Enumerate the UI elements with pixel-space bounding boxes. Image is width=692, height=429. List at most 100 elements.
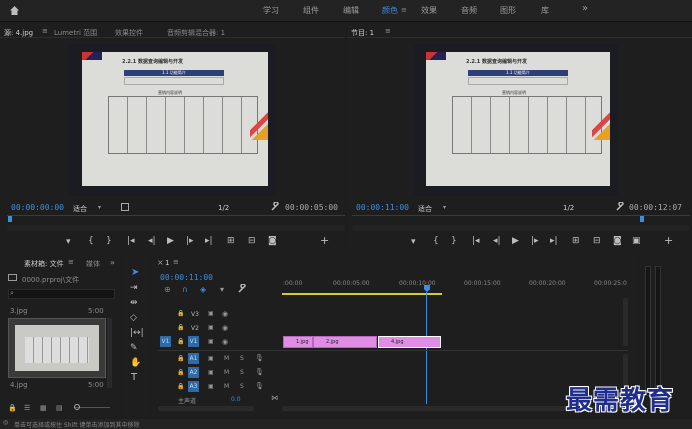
- program-timecode[interactable]: 00:00:11:00: [356, 203, 409, 212]
- wrench-icon[interactable]: [271, 202, 280, 211]
- icon-view-icon[interactable]: ▦: [40, 404, 47, 412]
- program-quality-select[interactable]: 1/2: [563, 204, 574, 212]
- microphone-icon[interactable]: 🎙: [255, 354, 264, 362]
- sync-lock-icon[interactable]: ▣: [208, 369, 214, 376]
- go-to-out-icon[interactable]: ▸|: [205, 236, 213, 246]
- lock-icon[interactable]: 🔒: [177, 324, 184, 331]
- lift-icon[interactable]: ⊞: [572, 236, 580, 246]
- zoom-slider-handle[interactable]: [74, 404, 80, 410]
- home-icon[interactable]: [9, 5, 20, 16]
- tab-menu-icon[interactable]: ≡: [173, 258, 179, 266]
- extract-icon[interactable]: ⊟: [593, 236, 601, 246]
- camera-icon[interactable]: ◙: [613, 236, 622, 246]
- wrench-icon[interactable]: [616, 202, 625, 211]
- sync-lock-icon[interactable]: ▣: [208, 338, 214, 345]
- hand-tool-icon[interactable]: ✋: [130, 358, 141, 368]
- mark-in-icon[interactable]: {: [88, 236, 94, 246]
- close-icon[interactable]: ×: [157, 258, 164, 267]
- wrench-icon[interactable]: [238, 284, 247, 293]
- timeline-clip-selected[interactable]: 4.jpg: [378, 336, 441, 348]
- solo-button[interactable]: S: [240, 355, 244, 362]
- track-label-a1[interactable]: A1: [188, 353, 199, 364]
- project-item-name[interactable]: 4.jpg: [10, 381, 28, 389]
- marker-icon[interactable]: ▾: [411, 237, 416, 247]
- camera-icon[interactable]: ◙: [268, 236, 277, 246]
- razor-tool-icon[interactable]: ◇: [130, 313, 137, 323]
- overwrite-icon[interactable]: ⊟: [248, 236, 256, 246]
- mute-button[interactable]: M: [224, 369, 229, 376]
- workspace-tab-editing[interactable]: 编辑: [343, 5, 359, 16]
- timeline-playhead-line[interactable]: [426, 292, 427, 404]
- project-item-thumbnail[interactable]: [8, 318, 106, 378]
- source-zoom-scrollbar[interactable]: [7, 225, 345, 231]
- pen-tool-icon[interactable]: ✎: [130, 343, 138, 353]
- lock-icon[interactable]: 🔒: [177, 310, 184, 317]
- timeline-clip[interactable]: 2.jpg: [313, 336, 377, 348]
- track-label-a3[interactable]: A3: [188, 381, 199, 392]
- mute-button[interactable]: M: [224, 355, 229, 362]
- mark-out-icon[interactable]: }: [106, 236, 112, 246]
- freeform-view-icon[interactable]: ▤: [56, 404, 63, 412]
- sync-lock-icon[interactable]: ▣: [208, 383, 214, 390]
- dropdown-icon[interactable]: ▾: [443, 204, 446, 211]
- solo-button[interactable]: S: [240, 369, 244, 376]
- track-label-a2[interactable]: A2: [188, 367, 199, 378]
- microphone-icon[interactable]: 🎙: [255, 368, 264, 376]
- step-forward-icon[interactable]: |▸: [186, 236, 194, 246]
- eye-icon[interactable]: ◉: [222, 324, 228, 332]
- tab-sequence[interactable]: 1: [165, 259, 169, 267]
- add-marker-icon[interactable]: ◈: [200, 285, 206, 294]
- selection-tool-icon[interactable]: ➤: [131, 267, 139, 278]
- work-area-bar[interactable]: [282, 293, 442, 295]
- workspace-tab-graphics[interactable]: 图形: [500, 5, 516, 16]
- workspace-tab-effects[interactable]: 效果: [421, 5, 437, 16]
- dropdown-icon[interactable]: ▾: [98, 204, 101, 211]
- timeline-header-scrollbar[interactable]: [158, 406, 254, 411]
- tab-bin[interactable]: 素材箱: 文件: [24, 259, 64, 269]
- track-select-tool-icon[interactable]: ⇥: [130, 283, 138, 293]
- program-playhead[interactable]: [640, 216, 644, 222]
- tab-menu-icon[interactable]: ≡: [385, 27, 391, 35]
- slip-tool-icon[interactable]: |↔|: [130, 328, 144, 338]
- add-button-icon[interactable]: +: [320, 235, 329, 246]
- microphone-icon[interactable]: 🎙: [255, 382, 264, 390]
- track-label-v1[interactable]: V1: [188, 336, 199, 347]
- program-zoom-scrollbar[interactable]: [352, 225, 690, 231]
- safe-margins-icon[interactable]: [121, 203, 129, 211]
- tab-menu-icon[interactable]: ≡: [68, 258, 74, 266]
- list-view-icon[interactable]: ☰: [24, 404, 30, 412]
- more-panels-icon[interactable]: »: [110, 258, 115, 267]
- mark-in-icon[interactable]: {: [433, 236, 439, 246]
- source-time-ruler[interactable]: [7, 215, 345, 216]
- step-back-icon[interactable]: ◂|: [148, 236, 156, 246]
- type-tool-icon[interactable]: T: [131, 373, 137, 383]
- go-to-out-icon[interactable]: ▸|: [550, 236, 558, 246]
- add-button-icon[interactable]: +: [664, 235, 673, 246]
- source-timecode[interactable]: 00:00:00:00: [11, 203, 64, 212]
- master-end-icon[interactable]: ⋈: [271, 394, 278, 402]
- marker-icon[interactable]: ▾: [220, 285, 224, 294]
- lock-icon[interactable]: 🔒: [8, 404, 17, 412]
- workspace-tab-audio[interactable]: 音频: [461, 5, 477, 16]
- lock-icon[interactable]: 🔒: [177, 383, 184, 390]
- lock-icon[interactable]: 🔒: [177, 338, 184, 345]
- tab-media[interactable]: 媒体: [86, 259, 100, 269]
- mark-out-icon[interactable]: }: [451, 236, 457, 246]
- play-icon[interactable]: ▶: [512, 236, 519, 246]
- sync-lock-icon[interactable]: ▣: [208, 310, 214, 317]
- mute-button[interactable]: M: [224, 383, 229, 390]
- eye-icon[interactable]: ◉: [222, 338, 228, 346]
- insert-icon[interactable]: ⊞: [227, 236, 235, 246]
- video-tracks-scrollbar[interactable]: [623, 298, 628, 346]
- eye-icon[interactable]: ◉: [222, 310, 228, 318]
- lock-icon[interactable]: 🔒: [177, 355, 184, 362]
- source-patch-v1[interactable]: V1: [160, 336, 171, 347]
- play-icon[interactable]: ▶: [167, 236, 174, 246]
- go-to-in-icon[interactable]: |◂: [127, 236, 135, 246]
- ripple-edit-tool-icon[interactable]: ⇹: [130, 298, 138, 308]
- workspace-tab-libraries[interactable]: 库: [541, 5, 549, 16]
- project-scrollbar[interactable]: [107, 318, 112, 388]
- more-workspaces-icon[interactable]: »: [582, 3, 588, 14]
- track-label-v3[interactable]: V3: [191, 311, 199, 318]
- sync-lock-icon[interactable]: ▣: [208, 324, 214, 331]
